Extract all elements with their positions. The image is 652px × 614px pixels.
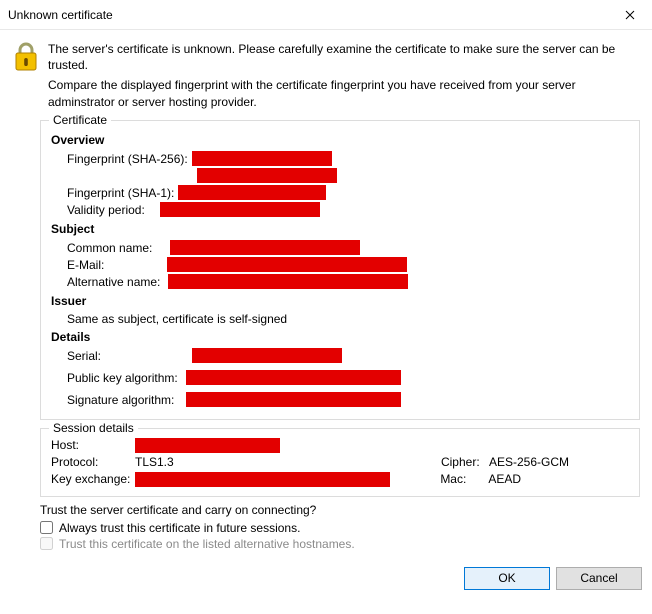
always-trust-checkbox[interactable] xyxy=(40,521,53,534)
host-value xyxy=(135,438,280,453)
fingerprint-sha256-value xyxy=(192,151,332,166)
sigalg-value xyxy=(186,392,401,407)
serial-label: Serial: xyxy=(67,349,105,363)
trust-question: Trust the server certificate and carry o… xyxy=(40,503,640,517)
details-heading: Details xyxy=(51,330,629,344)
sigalg-label: Signature algorithm: xyxy=(67,393,178,407)
certificate-legend: Certificate xyxy=(49,113,111,127)
validity-value xyxy=(160,202,320,217)
altnames-trust-checkbox xyxy=(40,537,53,550)
issuer-heading: Issuer xyxy=(51,294,629,308)
validity-label: Validity period: xyxy=(67,203,149,217)
session-group: Session details Host: Protocol: TLS1.3 C… xyxy=(40,428,640,497)
close-icon xyxy=(625,10,635,20)
warning-row: The server's certificate is unknown. Ple… xyxy=(12,40,640,114)
warning-line-2: Compare the displayed fingerprint with t… xyxy=(48,77,640,109)
pubkey-label: Public key algorithm: xyxy=(67,371,182,385)
lock-icon xyxy=(12,40,40,74)
common-name-value xyxy=(170,240,360,255)
certificate-group: Certificate Overview Fingerprint (SHA-25… xyxy=(40,120,640,420)
cipher-value: AES-256-GCM xyxy=(489,455,569,469)
warning-text: The server's certificate is unknown. Ple… xyxy=(48,40,640,114)
session-legend: Session details xyxy=(49,421,138,435)
altname-label: Alternative name: xyxy=(67,275,164,289)
overview-heading: Overview xyxy=(51,133,629,147)
always-trust-label: Always trust this certificate in future … xyxy=(59,521,300,535)
warning-line-1: The server's certificate is unknown. Ple… xyxy=(48,41,640,73)
altnames-trust-checkbox-row: Trust this certificate on the listed alt… xyxy=(40,537,640,551)
protocol-value: TLS1.3 xyxy=(135,455,174,469)
subject-heading: Subject xyxy=(51,222,629,236)
close-button[interactable] xyxy=(607,0,652,30)
fingerprint-sha256-value-2 xyxy=(197,168,337,183)
titlebar: Unknown certificate xyxy=(0,0,652,30)
window-title: Unknown certificate xyxy=(8,8,607,22)
fingerprint-sha1-value xyxy=(178,185,326,200)
issuer-note: Same as subject, certificate is self-sig… xyxy=(67,312,629,326)
serial-value xyxy=(192,348,342,363)
altname-value xyxy=(168,274,408,289)
protocol-label: Protocol: xyxy=(51,455,135,469)
fingerprint-sha1-label: Fingerprint (SHA-1): xyxy=(67,186,178,200)
ok-button[interactable]: OK xyxy=(464,567,550,590)
common-name-label: Common name: xyxy=(67,241,156,255)
mac-label: Mac: xyxy=(440,472,488,486)
email-value xyxy=(167,257,407,272)
altnames-trust-label: Trust this certificate on the listed alt… xyxy=(59,537,355,551)
fingerprint-sha256-label: Fingerprint (SHA-256): xyxy=(67,152,192,166)
keyexchange-value xyxy=(135,472,390,487)
cancel-button[interactable]: Cancel xyxy=(556,567,642,590)
host-label: Host: xyxy=(51,438,135,452)
always-trust-checkbox-row[interactable]: Always trust this certificate in future … xyxy=(40,521,640,535)
mac-value: AEAD xyxy=(488,472,521,486)
keyexchange-label: Key exchange: xyxy=(51,472,135,486)
pubkey-value xyxy=(186,370,401,385)
button-row: OK Cancel xyxy=(0,561,652,598)
cipher-label: Cipher: xyxy=(441,455,489,469)
email-label: E-Mail: xyxy=(67,258,108,272)
